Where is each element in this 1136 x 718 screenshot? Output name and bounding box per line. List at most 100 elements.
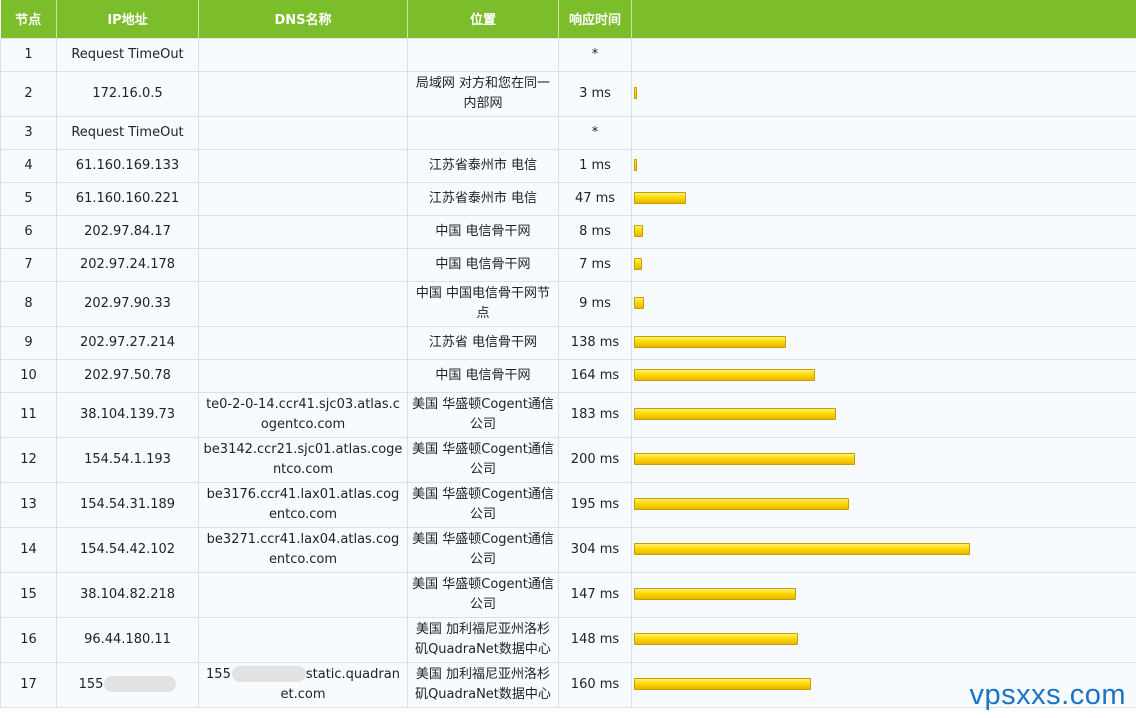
hop-ip: Request TimeOut (56, 115, 199, 150)
hop-time: 183 ms (558, 391, 632, 438)
hop-latency-bar-cell (631, 70, 1136, 117)
table-row: 15 38.104.82.218 美国 华盛顿Cogent通信公司 147 ms (0, 571, 1136, 618)
hop-location: 江苏省泰州市 电信 (407, 148, 559, 183)
hop-number: 13 (0, 481, 57, 528)
table-row: 7 202.97.24.178 中国 电信骨干网 7 ms (0, 247, 1136, 282)
table-row: 17 155 155 static.quadranet.com 美国 加利福尼亚州洛杉矶… (0, 661, 1136, 708)
hop-ip: 202.97.24.178 (56, 247, 199, 282)
hop-dns (198, 148, 408, 183)
table-row: 16 96.44.180.11 美国 加利福尼亚州洛杉矶QuadraNet数据中心 1… (0, 616, 1136, 663)
hop-number: 17 (0, 661, 57, 708)
latency-bar (634, 588, 796, 600)
table-row: 11 38.104.139.73 te0-2-0-14.ccr41.sjc03.at… (0, 391, 1136, 438)
latency-bar (634, 336, 786, 348)
hop-number: 7 (0, 247, 57, 282)
latency-bar (634, 87, 637, 99)
hop-number: 1 (0, 37, 57, 72)
hop-time: 164 ms (558, 358, 632, 393)
latency-bar (634, 678, 811, 690)
hop-time: 148 ms (558, 616, 632, 663)
hop-latency-bar-cell (631, 148, 1136, 183)
hop-ip: 202.97.27.214 (56, 325, 199, 360)
hop-latency-bar-cell (631, 571, 1136, 618)
hop-number: 16 (0, 616, 57, 663)
hop-dns (198, 37, 408, 72)
hop-latency-bar-cell (631, 526, 1136, 573)
hop-dns (198, 115, 408, 150)
hop-number: 12 (0, 436, 57, 483)
hop-location (407, 115, 559, 150)
hop-latency-bar-cell (631, 247, 1136, 282)
hop-location: 美国 华盛顿Cogent通信公司 (407, 571, 559, 618)
hop-ip: 38.104.139.73 (56, 391, 199, 438)
hop-latency-bar-cell (631, 280, 1136, 327)
hop-time: * (558, 115, 632, 150)
latency-bar (634, 258, 642, 270)
table-header-row: 节点 IP地址 DNS名称 位置 响应时间 (0, 0, 1136, 38)
table-row: 6 202.97.84.17 中国 电信骨干网 8 ms (0, 214, 1136, 249)
hop-latency-bar-cell (631, 436, 1136, 483)
hop-location: 美国 华盛顿Cogent通信公司 (407, 391, 559, 438)
hop-ip: 202.97.90.33 (56, 280, 199, 327)
latency-bar (634, 225, 643, 237)
hop-latency-bar-cell (631, 358, 1136, 393)
header-node: 节点 (0, 0, 57, 38)
hop-latency-bar-cell (631, 325, 1136, 360)
table-row: 9 202.97.27.214 江苏省 电信骨干网 138 ms (0, 325, 1136, 360)
hop-location: 美国 华盛顿Cogent通信公司 (407, 436, 559, 483)
table-row: 8 202.97.90.33 中国 中国电信骨干网节点 9 ms (0, 280, 1136, 327)
hop-dns (198, 247, 408, 282)
hop-time: 304 ms (558, 526, 632, 573)
hop-dns (198, 214, 408, 249)
hop-location: 江苏省泰州市 电信 (407, 181, 559, 216)
table-row: 14 154.54.42.102 be3271.ccr41.lax04.atlas.… (0, 526, 1136, 573)
header-ip: IP地址 (56, 0, 199, 38)
hop-ip: 202.97.84.17 (56, 214, 199, 249)
hop-ip: 172.16.0.5 (56, 70, 199, 117)
hop-dns (198, 325, 408, 360)
hop-ip: 155 (56, 661, 199, 708)
latency-bar (634, 408, 836, 420)
watermark: vpsxxs.com (969, 679, 1126, 711)
hop-time: 138 ms (558, 325, 632, 360)
hop-time: 9 ms (558, 280, 632, 327)
hop-time: 47 ms (558, 181, 632, 216)
hop-location: 美国 华盛顿Cogent通信公司 (407, 526, 559, 573)
latency-bar (634, 633, 798, 645)
hop-time: 147 ms (558, 571, 632, 618)
hop-location: 局域网 对方和您在同一内部网 (407, 70, 559, 117)
hop-dns (198, 280, 408, 327)
hop-ip: 38.104.82.218 (56, 571, 199, 618)
hop-dns: be3142.ccr21.sjc01.atlas.cogentco.com (198, 436, 408, 483)
hop-ip: 154.54.31.189 (56, 481, 199, 528)
latency-bar (634, 192, 686, 204)
hop-number: 11 (0, 391, 57, 438)
hop-ip: 61.160.160.221 (56, 181, 199, 216)
hop-time: 7 ms (558, 247, 632, 282)
hop-ip: 61.160.169.133 (56, 148, 199, 183)
latency-bar (634, 369, 815, 381)
table-row: 3 Request TimeOut * (0, 115, 1136, 150)
hop-number: 15 (0, 571, 57, 618)
redaction-blur (231, 666, 306, 682)
hop-time: 160 ms (558, 661, 632, 708)
hop-dns: 155 static.quadranet.com (198, 661, 408, 708)
table-row: 4 61.160.169.133 江苏省泰州市 电信 1 ms (0, 148, 1136, 183)
hop-location: 中国 中国电信骨干网节点 (407, 280, 559, 327)
hop-dns-prefix: 155 (206, 666, 231, 682)
hop-time: 1 ms (558, 148, 632, 183)
hop-time: * (558, 37, 632, 72)
hop-latency-bar-cell (631, 214, 1136, 249)
hop-dns (198, 70, 408, 117)
hop-latency-bar-cell (631, 481, 1136, 528)
hop-dns (198, 616, 408, 663)
header-time: 响应时间 (558, 0, 632, 38)
header-dns: DNS名称 (198, 0, 408, 38)
hop-time: 200 ms (558, 436, 632, 483)
hop-number: 10 (0, 358, 57, 393)
traceroute-table: 节点 IP地址 DNS名称 位置 响应时间 1 Request TimeOut * 2… (0, 0, 1136, 708)
hop-number: 6 (0, 214, 57, 249)
hop-number: 4 (0, 148, 57, 183)
hop-time: 8 ms (558, 214, 632, 249)
hop-dns (198, 571, 408, 618)
